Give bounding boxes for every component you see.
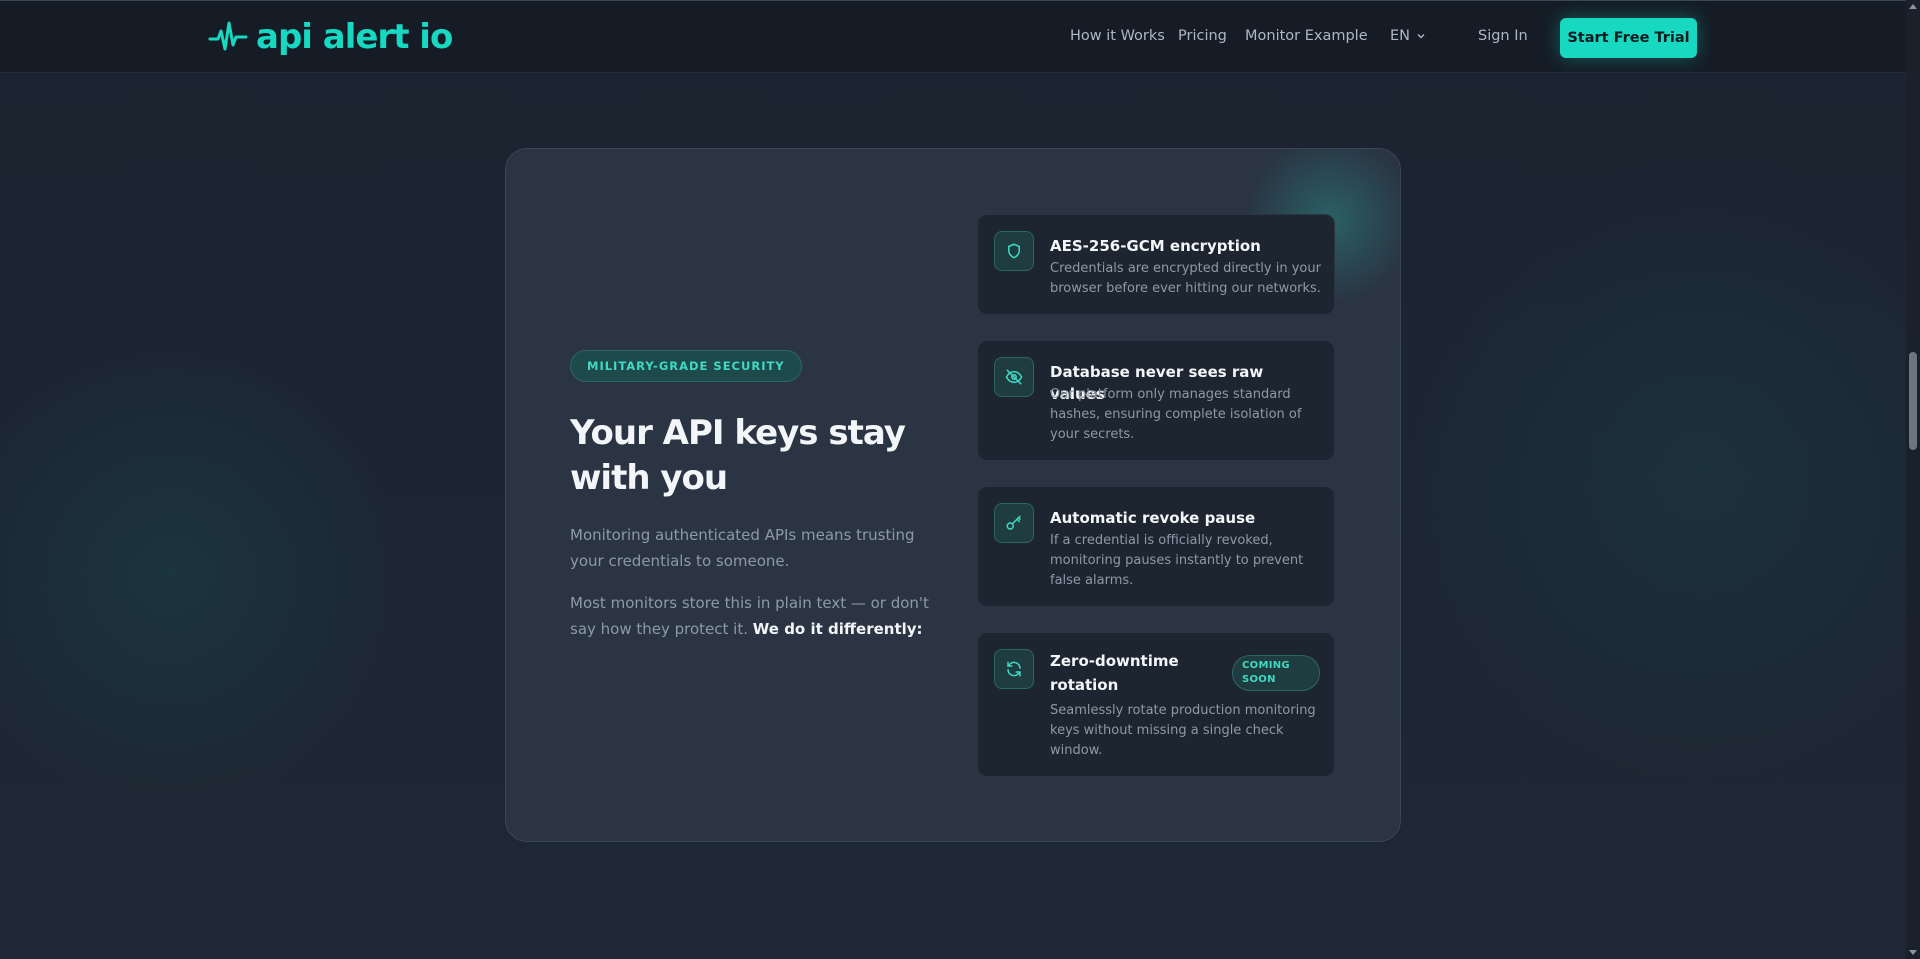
feature-card-encryption: AES-256-GCM encryption Credentials are e… — [977, 214, 1335, 315]
key-icon — [994, 503, 1034, 543]
sign-in-link[interactable]: Sign In — [1478, 28, 1528, 44]
feature-description: Our platform only manages standard hashe… — [1050, 387, 1302, 442]
feature-card-database: Database never sees raw values Our platf… — [977, 340, 1335, 461]
feature-description: If a credential is officially revoked, m… — [1050, 533, 1304, 588]
refresh-icon — [994, 649, 1034, 689]
scroll-down-arrow-icon[interactable] — [1909, 950, 1917, 955]
nav-link-pricing[interactable]: Pricing — [1178, 28, 1227, 44]
feature-title: AES-256-GCM encryption — [1050, 237, 1261, 255]
start-free-trial-button[interactable]: Start Free Trial — [1560, 18, 1697, 58]
nav-link-monitor-example[interactable]: Monitor Example — [1245, 28, 1368, 44]
coming-soon-badge: COMING SOON — [1232, 655, 1320, 691]
security-paragraph-1: Monitoring authenticated APIs means trus… — [570, 526, 915, 570]
security-paragraph-2: Most monitors store this in plain text —… — [570, 590, 930, 642]
eye-off-icon — [994, 357, 1034, 397]
language-label: EN — [1390, 28, 1411, 44]
security-badge: MILITARY-GRADE SECURITY — [570, 350, 802, 382]
language-selector[interactable]: EN — [1390, 28, 1426, 44]
security-card: MILITARY-GRADE SECURITY Your API keys st… — [505, 148, 1401, 842]
scroll-up-arrow-icon[interactable] — [1909, 4, 1917, 9]
feature-title: Automatic revoke pause — [1050, 509, 1256, 527]
feature-description: Seamlessly rotate production monitoring … — [1050, 703, 1316, 758]
top-navigation-bar: api alert io How it Works Pricing Monito… — [0, 0, 1906, 73]
nav-link-how-it-works[interactable]: How it Works — [1070, 28, 1165, 44]
feature-card-revoke: Automatic revoke pause If a credential i… — [977, 486, 1335, 607]
feature-description: Credentials are encrypted directly in yo… — [1050, 261, 1321, 296]
shield-icon — [994, 231, 1034, 271]
paragraph-2-emphasis: We do it differently: — [752, 620, 923, 638]
page-scrollbar[interactable] — [1906, 0, 1920, 959]
main-nav: How it Works Pricing Monitor Example EN … — [0, 1, 1906, 74]
feature-card-rotation: Zero-downtime rotation COMING SOON Seaml… — [977, 632, 1335, 777]
security-headline: Your API keys stay with you — [570, 413, 906, 498]
scrollbar-thumb[interactable] — [1909, 352, 1917, 450]
feature-title: Zero-downtime rotation — [1050, 652, 1179, 694]
chevron-down-icon — [1417, 34, 1425, 39]
